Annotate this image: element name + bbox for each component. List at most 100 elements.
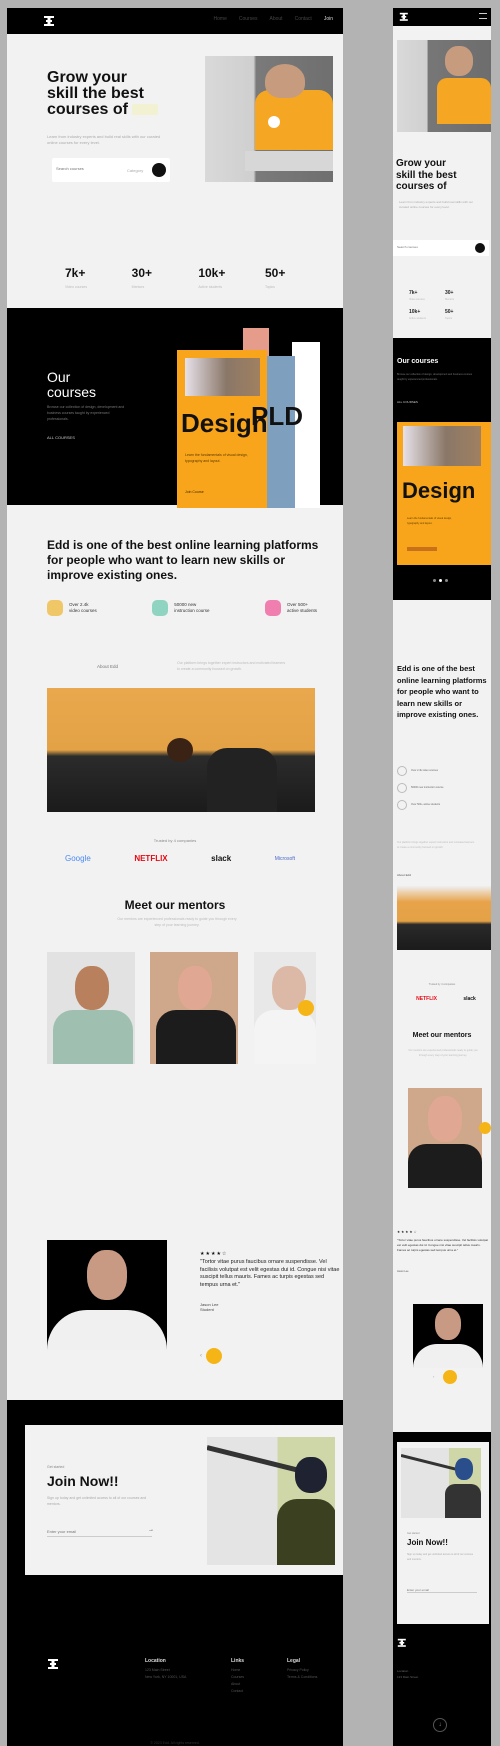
course-card-design[interactable]: Design Learn the fundamentals of visual … (397, 422, 491, 565)
join-image-person-body (445, 1484, 481, 1518)
stat-value: 10k+ (198, 266, 226, 280)
footer-heading: Links (231, 1658, 245, 1664)
footer-link[interactable]: Privacy Policy (287, 1667, 317, 1674)
mobile-courses-section: Our courses Browse our collection of des… (393, 338, 491, 600)
about-link[interactable]: About Edd (397, 873, 411, 877)
footer-links: Links Home Courses About Contact (231, 1658, 244, 1695)
category-select[interactable]: Category (127, 168, 143, 173)
nav-link-contact[interactable]: Contact (295, 16, 312, 22)
course-card-title: Design (402, 478, 476, 503)
footer-link[interactable]: Courses (231, 1674, 244, 1681)
stat-item: 7k+ Video courses (65, 266, 115, 289)
search-input[interactable] (56, 166, 116, 171)
courses-description: Browse our collection of design, develop… (397, 373, 473, 381)
stat-item: 10k+ Active students (409, 309, 445, 320)
hourglass-logo-icon[interactable] (397, 1638, 407, 1648)
mentor-photo-body (254, 1010, 316, 1064)
arrow-left-icon[interactable]: ‹ (200, 1353, 202, 1359)
all-courses-link[interactable]: ALL COURSES (47, 435, 75, 440)
stat-value: 30+ (131, 266, 153, 280)
hero-title-line: skill the best (396, 169, 457, 181)
testimonial-author: Jason Lee Student (200, 1302, 219, 1312)
hamburger-menu-icon[interactable] (479, 13, 487, 19)
hourglass-logo-icon[interactable] (399, 12, 409, 22)
netflix-logo: NETFLIX (416, 996, 437, 1002)
stat-label: Active students (409, 317, 426, 320)
mentor-photo-body (53, 1010, 133, 1064)
mobile-hero-image (397, 40, 491, 132)
play-icon[interactable] (268, 116, 280, 128)
testimonial-author: Jason Lee (397, 1270, 409, 1273)
user-icon (397, 800, 407, 810)
join-image-pole (401, 1454, 456, 1471)
about-link[interactable]: About Edd (97, 664, 118, 669)
hourglass-logo-icon[interactable] (47, 1658, 59, 1670)
company-logos: Google NETFLIX slack Microsoft (65, 854, 295, 863)
nav-links: Home Courses About Contact Join (214, 16, 333, 22)
nav-link-about[interactable]: About (270, 16, 283, 22)
arrow-right-icon[interactable] (479, 1122, 491, 1134)
mobile-search-bar (393, 240, 489, 256)
mentor-photo-body (156, 1010, 236, 1064)
user-icon (264, 600, 281, 616)
arrow-right-icon[interactable] (206, 1348, 222, 1364)
nav-link-courses[interactable]: Courses (239, 16, 258, 22)
join-course-button[interactable] (407, 547, 437, 551)
mentor-photo-face (178, 966, 212, 1010)
feature-list: Over 2.4k video courses 50000 new instruct… (47, 600, 317, 616)
courses-title: Our courses (47, 370, 96, 400)
email-input[interactable] (407, 1588, 477, 1593)
mentor-card[interactable] (408, 1088, 482, 1188)
footer-link[interactable]: Terms & Conditions (287, 1674, 317, 1681)
mentor-card[interactable] (47, 952, 135, 1064)
footer-link[interactable]: Home (231, 1667, 244, 1674)
mentors-subtitle: Our mentors are experienced professional… (117, 917, 237, 927)
mentor-card[interactable] (150, 952, 238, 1064)
mentor-card[interactable] (254, 952, 316, 1064)
join-image-pole (207, 1445, 301, 1474)
arrow-up-icon[interactable]: ↓ (433, 1718, 447, 1732)
testimonial-photo-body (413, 1344, 483, 1368)
join-section: Get started Join Now!! Sign up today and… (7, 1400, 343, 1746)
join-eyebrow: Get started (47, 1465, 65, 1469)
stats-row: 7k+ Video courses 30+ Mentors 10k+ Active s… (65, 266, 315, 289)
footer-link[interactable]: About (231, 1681, 244, 1688)
mobile-nav (393, 8, 491, 26)
search-input[interactable] (397, 245, 437, 249)
feature-text: Over 500+ active students (286, 602, 317, 613)
search-icon[interactable] (475, 243, 485, 253)
nav-join-button[interactable]: Join (324, 16, 333, 22)
footer-link[interactable]: Contact (231, 1688, 244, 1695)
carousel-dot-active[interactable] (439, 579, 442, 582)
course-card-stacked[interactable] (267, 356, 295, 508)
carousel-dot[interactable] (433, 579, 436, 582)
footer-location: Location 123 Main Street New York, NY 10… (145, 1658, 186, 1681)
join-course-button[interactable]: Join Course (185, 490, 204, 494)
mentors-title: Meet our mentors (412, 1032, 472, 1039)
nav-link-home[interactable]: Home (214, 16, 227, 22)
about-description: Our platform brings together expert inst… (397, 841, 475, 849)
arrow-right-icon[interactable] (443, 1370, 457, 1384)
arrow-right-icon[interactable]: → (148, 1527, 154, 1533)
email-input[interactable] (47, 1529, 152, 1537)
arrow-left-icon[interactable]: ‹ (433, 1374, 434, 1379)
about-description: Our platform brings together expert inst… (177, 661, 286, 671)
search-icon[interactable] (152, 163, 166, 177)
stat-item: 7k+ Video courses (409, 290, 445, 301)
course-card-text: Learn the fundamentals of visual design,… (407, 517, 452, 525)
feature-item: Over 500+ active students (397, 800, 457, 810)
footer-text: 123 Main Street (397, 1675, 419, 1679)
hourglass-logo-icon[interactable] (43, 15, 55, 27)
testimonial-photo-body (47, 1310, 167, 1350)
arrow-right-icon[interactable] (298, 1000, 314, 1016)
video-icon (47, 600, 63, 616)
carousel-dot[interactable] (445, 579, 448, 582)
feature-text: 50000 new instruction course (174, 602, 210, 613)
course-search-bar: Category (52, 158, 170, 182)
google-logo: Google (65, 854, 91, 863)
courses-title-line: Our (47, 369, 71, 385)
courses-description: Browse our collection of design, develop… (47, 405, 125, 421)
mentor-photo-body (408, 1144, 482, 1188)
hero-title-line: courses of (396, 181, 447, 192)
all-courses-link[interactable]: ALL COURSES (397, 400, 418, 404)
